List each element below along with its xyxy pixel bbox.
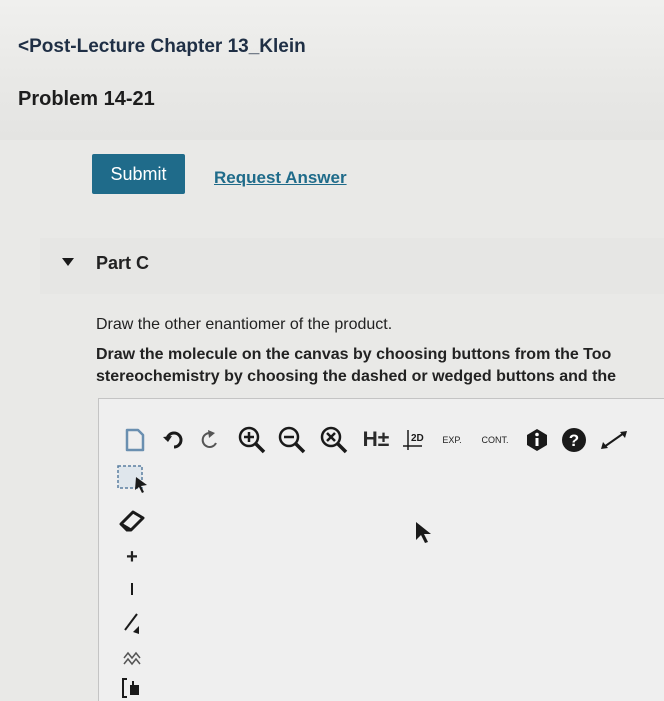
eraser-icon[interactable] [112, 504, 152, 538]
instruction-text: Draw the other enantiomer of the product… [96, 316, 393, 333]
svg-text:?: ? [569, 431, 579, 450]
instruction-line-1: Draw the molecule on the canvas by choos… [96, 346, 612, 363]
2d-label: 2D [411, 433, 424, 444]
mouse-cursor-icon [416, 522, 431, 543]
redo-icon[interactable] [196, 420, 224, 460]
2d-icon[interactable]: 2D [400, 420, 430, 460]
caret-down-icon[interactable] [62, 258, 74, 266]
info-icon[interactable] [522, 420, 552, 460]
back-to-assignment-link[interactable]: <Post-Lecture Chapter 13_Klein [18, 36, 306, 58]
instruction-bold-text: Draw the molecule on the canvas by choos… [96, 344, 664, 388]
clear-icon[interactable] [318, 420, 350, 460]
contract-label: CONT. [481, 435, 509, 445]
left-toolbar: + [112, 452, 156, 700]
expand-icon[interactable]: EXP. [436, 420, 468, 460]
bond-icon[interactable] [112, 606, 152, 640]
plus-charge-icon[interactable]: + [112, 544, 152, 570]
zoom-out-icon[interactable] [276, 420, 308, 460]
instruction-line-2: stereochemistry by choosing the dashed o… [96, 368, 617, 385]
expand-label: EXP. [442, 435, 462, 445]
minus-charge-icon[interactable] [112, 576, 152, 602]
fullscreen-icon[interactable] [596, 420, 632, 460]
undo-icon[interactable] [160, 420, 188, 460]
contract-icon[interactable]: CONT. [476, 420, 514, 460]
h-plus-minus-icon[interactable]: H± [358, 420, 394, 460]
request-answer-link[interactable]: Request Answer [214, 168, 347, 188]
problem-title: Problem 14-21 [18, 88, 155, 110]
help-icon[interactable]: ? [558, 420, 590, 460]
select-icon[interactable] [112, 460, 152, 496]
chain-icon[interactable] [112, 644, 152, 672]
part-label: Part C [96, 253, 150, 273]
bracket-icon[interactable] [112, 674, 152, 700]
submit-button[interactable]: Submit [92, 154, 185, 194]
header-band [0, 0, 664, 140]
canvas-toolbar: H± 2D EXP. CONT. ? [118, 420, 664, 464]
zoom-in-icon[interactable] [236, 420, 268, 460]
